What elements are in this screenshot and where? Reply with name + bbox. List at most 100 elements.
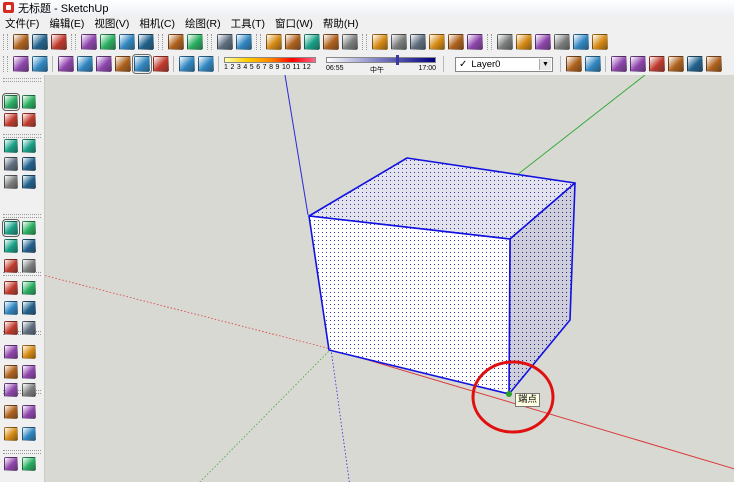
drape-icon[interactable] (686, 56, 703, 72)
paste-icon[interactable] (118, 34, 135, 50)
sandbox-from-contours-icon[interactable] (610, 56, 627, 72)
redo-icon[interactable] (186, 34, 203, 50)
sandbox-scratch-icon[interactable] (629, 56, 646, 72)
right-view-icon[interactable] (322, 34, 339, 50)
shaded-icon[interactable] (447, 34, 464, 50)
back-icon[interactable] (572, 34, 589, 50)
menu-item-6[interactable]: 窗口(W) (270, 16, 318, 31)
move-icon[interactable] (2, 219, 20, 237)
section-plane-icon[interactable] (22, 427, 36, 441)
model-info-icon[interactable] (235, 34, 252, 50)
back-edges-icon[interactable] (390, 34, 407, 50)
eraser-icon[interactable] (22, 113, 36, 127)
xray-mode-icon[interactable] (57, 56, 74, 72)
front-icon[interactable] (534, 34, 551, 50)
menu-item-1[interactable]: 编辑(E) (44, 16, 89, 31)
fog-toggle-icon[interactable] (197, 56, 214, 72)
layer-select[interactable]: ✓ Layer0 ▼ (455, 56, 553, 72)
drawing-canvas[interactable]: 端点 (45, 75, 734, 482)
toolbar-grip[interactable] (3, 34, 8, 50)
textured-icon[interactable] (466, 34, 483, 50)
layer-color-icon[interactable] (584, 56, 601, 72)
text-icon[interactable] (22, 301, 36, 315)
rotate-icon[interactable] (4, 239, 18, 253)
wireframe-mode-icon[interactable] (76, 56, 93, 72)
circle-icon[interactable] (4, 157, 18, 171)
shaded-texture-mode-icon[interactable] (131, 54, 152, 74)
shadow-month-slider[interactable]: 1 2 3 4 5 6 7 8 9 10 11 12 (224, 56, 316, 72)
hidden-line-mode-icon[interactable] (95, 56, 112, 72)
cube-front-face[interactable] (308, 215, 511, 395)
monochrome-mode-icon[interactable] (152, 56, 169, 72)
shadows-toggle-icon[interactable] (178, 56, 195, 72)
save-icon[interactable] (50, 34, 67, 50)
group-icon[interactable] (31, 56, 48, 72)
zoom-icon[interactable] (4, 365, 18, 379)
extra-tool-icon[interactable] (4, 457, 18, 471)
front-view-icon[interactable] (303, 34, 320, 50)
undo-icon[interactable] (167, 34, 184, 50)
polygon-icon[interactable] (4, 175, 18, 189)
smoove-icon[interactable] (648, 56, 665, 72)
line-icon[interactable] (22, 139, 36, 153)
menu-item-3[interactable]: 相机(C) (134, 16, 180, 31)
previous-view-icon[interactable] (22, 383, 36, 397)
time-slider-handle[interactable] (396, 55, 399, 65)
toolbar-grip[interactable] (207, 34, 212, 50)
iso-view-icon[interactable] (496, 34, 513, 50)
look-around-icon[interactable] (22, 405, 36, 419)
menu-item-7[interactable]: 帮助(H) (318, 16, 364, 31)
position-camera-icon[interactable] (4, 405, 18, 419)
flip-edge-icon[interactable] (705, 56, 722, 72)
cut-icon[interactable] (80, 34, 97, 50)
walk-icon[interactable] (4, 427, 18, 441)
new-icon[interactable] (12, 34, 29, 50)
back-view-icon[interactable] (341, 34, 358, 50)
offset-icon[interactable] (22, 259, 36, 273)
select-icon[interactable] (2, 93, 20, 111)
top-view-icon[interactable] (284, 34, 301, 50)
stamp-icon[interactable] (667, 56, 684, 72)
xray-icon[interactable] (371, 34, 388, 50)
protractor-icon[interactable] (4, 301, 18, 315)
hidden-line-icon[interactable] (428, 34, 445, 50)
copy-icon[interactable] (99, 34, 116, 50)
shadow-time-slider[interactable]: 06:55 中午 17:00 (326, 55, 436, 74)
scale-icon[interactable] (4, 259, 18, 273)
right-icon[interactable] (553, 34, 570, 50)
component-icon[interactable] (12, 56, 29, 72)
menu-item-0[interactable]: 文件(F) (0, 16, 44, 31)
wireframe-icon[interactable] (409, 34, 426, 50)
follow-me-icon[interactable] (22, 239, 36, 253)
tape-measure-icon[interactable] (4, 281, 18, 295)
make-component-icon[interactable] (22, 95, 36, 109)
erase-icon[interactable] (137, 34, 154, 50)
axes-icon[interactable] (4, 321, 18, 335)
menu-item-2[interactable]: 视图(V) (89, 16, 134, 31)
toolbar-grip[interactable] (158, 34, 163, 50)
toolbar-grip[interactable] (3, 134, 41, 138)
menu-item-5[interactable]: 工具(T) (226, 16, 270, 31)
endpoint-marker[interactable] (506, 391, 512, 397)
viewport-svg[interactable] (45, 75, 734, 482)
push-pull-icon[interactable] (22, 221, 36, 235)
toolbar-grip[interactable] (3, 450, 41, 454)
top-icon[interactable] (515, 34, 532, 50)
toolbar-grip[interactable] (362, 34, 367, 50)
shaded-mode-icon[interactable] (114, 56, 131, 72)
display-mode-icon[interactable] (265, 34, 282, 50)
toolbar-grip[interactable] (3, 214, 41, 218)
3d-text-icon[interactable] (22, 321, 36, 335)
toolbar-grip[interactable] (3, 78, 41, 82)
arc-icon[interactable] (22, 175, 36, 189)
layer-manager-icon[interactable] (565, 56, 582, 72)
extra-tool-2-icon[interactable] (22, 457, 36, 471)
dimension-icon[interactable] (22, 281, 36, 295)
pan-icon[interactable] (22, 345, 36, 359)
orbit-icon[interactable] (4, 345, 18, 359)
toolbar-grip[interactable] (71, 34, 76, 50)
zoom-extents-icon[interactable] (4, 383, 18, 397)
rectangle-icon[interactable] (4, 139, 18, 153)
freehand-icon[interactable] (22, 157, 36, 171)
zoom-window-icon[interactable] (22, 365, 36, 379)
